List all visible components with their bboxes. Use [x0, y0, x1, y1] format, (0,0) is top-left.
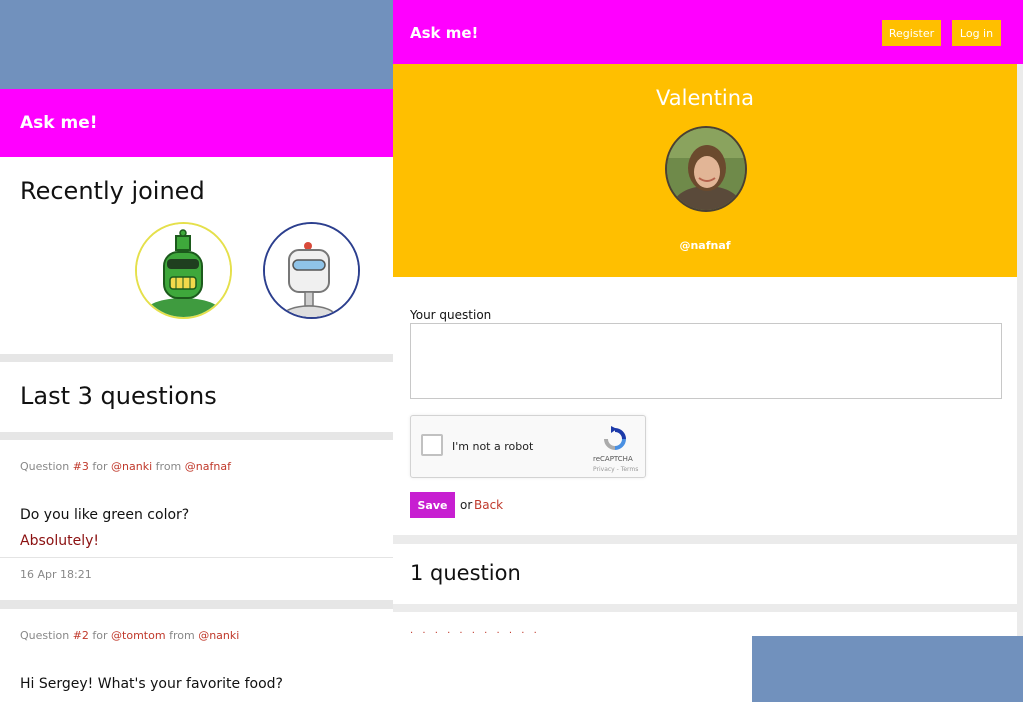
back-link[interactable]: Back [474, 498, 503, 512]
front-window: Ask me! Register Log in Valentina @nafna… [393, 0, 1023, 636]
author-user-link[interactable]: @nanki [198, 629, 239, 642]
captcha-terms-link[interactable]: Privacy - Terms [593, 466, 638, 473]
question-meta: Question #3 for @nanki from @nafnaf [20, 460, 231, 473]
question-label: Your question [410, 308, 492, 322]
answer-text: Absolutely! [20, 533, 99, 549]
author-user-link[interactable]: @nafnaf [185, 460, 231, 473]
white-robot-avatar[interactable] [263, 222, 360, 319]
question-date: 16 Apr 18:21 [20, 568, 92, 581]
question-count-title: 1 question [410, 561, 521, 585]
captcha-label: I'm not a robot [452, 440, 534, 453]
question-text: Do you like green color? [20, 507, 190, 523]
green-robot-avatar[interactable] [135, 222, 232, 319]
question-card-partial: · · · · · · · · · · · [393, 612, 1017, 636]
question-number-link[interactable]: #2 [73, 629, 89, 642]
recently-joined-title: Recently joined [20, 177, 205, 205]
last-questions-title: Last 3 questions [20, 382, 217, 410]
captcha-brand: reCAPTCHA [593, 455, 633, 463]
recaptcha-logo-icon [604, 426, 626, 450]
captcha-checkbox[interactable] [421, 434, 443, 456]
save-button[interactable]: Save [410, 492, 455, 518]
question-meta: Question #2 for @tomtom from @nanki [20, 629, 240, 642]
front-brand-link[interactable]: Ask me! [410, 24, 478, 42]
cut-off-meta: · · · · · · · · · · · [410, 628, 540, 636]
profile-header: Valentina @nafnaf [393, 64, 1017, 277]
profile-name: Valentina [656, 86, 754, 110]
question-number-link[interactable]: #3 [73, 460, 89, 473]
login-button[interactable]: Log in [952, 20, 1001, 46]
profile-avatar [665, 126, 747, 212]
white-robot-icon [265, 224, 358, 317]
front-topbar: Ask me! Register Log in [393, 0, 1023, 64]
back-brand-link[interactable]: Ask me! [20, 113, 98, 133]
profile-handle: @nafnaf [679, 239, 731, 252]
question-count-panel: 1 question [393, 544, 1017, 604]
green-robot-icon [137, 224, 230, 317]
recaptcha-widget: I'm not a robot reCAPTCHA Privacy - Term… [410, 415, 646, 478]
register-button[interactable]: Register [882, 20, 941, 46]
profile-photo-icon [667, 128, 745, 210]
question-form: Your question I'm not a robot reCAPTCHA … [393, 277, 1017, 535]
question-input[interactable] [410, 323, 1002, 399]
or-text: or [460, 498, 473, 512]
recipient-user-link[interactable]: @nanki [111, 460, 152, 473]
recipient-user-link[interactable]: @tomtom [111, 629, 166, 642]
question-text: Hi Sergey! What's your favorite food? [20, 676, 283, 692]
